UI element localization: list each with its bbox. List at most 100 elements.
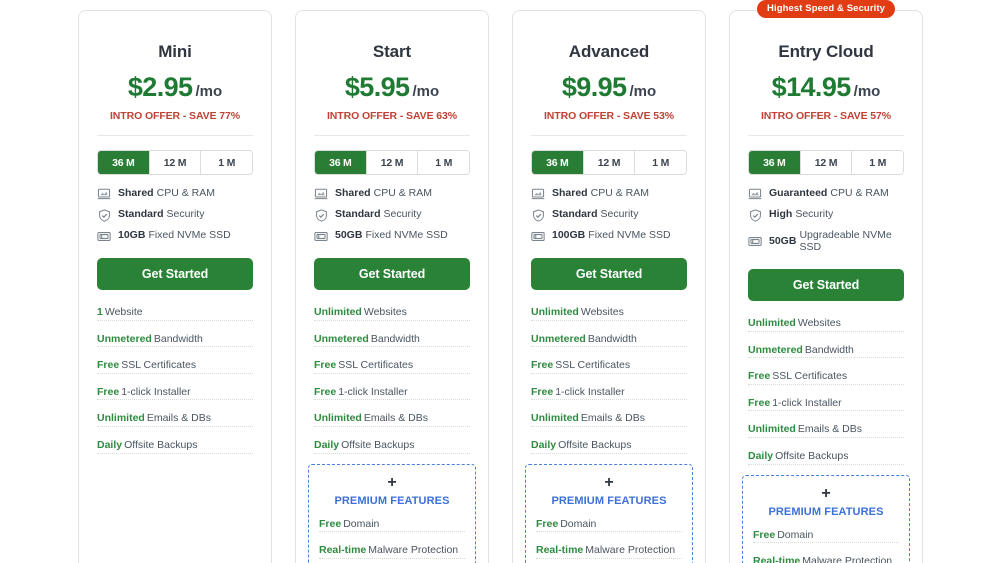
term-option-12m[interactable]: 12 M	[583, 151, 636, 174]
pricing-table: Mini $2.95/mo INTRO OFFER - SAVE 77% 36 M 12…	[0, 0, 1000, 563]
divider	[97, 135, 253, 136]
plus-icon: +	[387, 473, 397, 491]
premium-feature-item-highlight: Free	[536, 517, 559, 530]
spec-value: 10GB	[118, 229, 146, 242]
cpu-icon	[314, 188, 328, 200]
price-period: /mo	[853, 83, 881, 100]
spec-value: Standard	[118, 208, 164, 221]
intro-offer-text: INTRO OFFER - SAVE 63%	[326, 110, 458, 122]
feature-item-text: Emails & DBs	[580, 412, 646, 425]
plan-name: Advanced	[568, 42, 650, 61]
premium-features-title: PREMIUM FEATURES	[551, 494, 667, 507]
term-option-36m[interactable]: 36 M	[315, 151, 367, 174]
term-option-12m[interactable]: 12 M	[149, 151, 202, 174]
price-amount: $9.95	[561, 72, 627, 102]
cpu-icon	[748, 188, 762, 200]
feature-item-highlight: Unlimited	[314, 306, 362, 318]
feature-item: Unmetered Bandwidth	[748, 344, 904, 359]
feature-item-highlight: Free	[314, 385, 337, 398]
price-amount: $14.95	[771, 72, 852, 102]
feature-item-highlight: Free	[531, 385, 554, 398]
feature-item-highlight: Daily	[531, 438, 557, 451]
premium-features-box: + PREMIUM FEATURES Free Domain Real-time Malw…	[525, 463, 693, 563]
spec-row: Shared CPU & RAM	[314, 188, 470, 200]
term-option-1m[interactable]: 1 M	[418, 151, 469, 174]
spec-label: Security	[383, 208, 422, 221]
feature-item-highlight: Free	[97, 385, 120, 398]
feature-item: 1 Website	[97, 306, 253, 321]
premium-feature-item: Free Domain	[536, 518, 682, 533]
spec-label: Fixed NVMe SSD	[148, 229, 231, 242]
cpu-icon	[531, 188, 545, 200]
term-option-1m[interactable]: 1 M	[852, 151, 903, 174]
spec-row: 50GB Fixed NVMe SSD	[314, 230, 470, 242]
spec-row: Standard Security	[531, 208, 687, 222]
feature-item-text: 1-click Installer	[555, 385, 625, 398]
feature-item-highlight: Free	[97, 359, 120, 372]
feature-item: Free SSL Certificates	[531, 359, 687, 374]
feature-item-text: SSL Certificates	[555, 359, 631, 372]
spec-value: High	[769, 208, 793, 221]
premium-feature-item-highlight: Free	[753, 528, 776, 541]
spec-value: Shared	[118, 187, 154, 200]
price-row: $2.95/mo	[97, 72, 253, 103]
feature-item: Free SSL Certificates	[97, 359, 253, 374]
term-option-1m[interactable]: 1 M	[201, 151, 252, 174]
get-started-button[interactable]: Get Started	[97, 258, 253, 290]
term-option-36m[interactable]: 36 M	[749, 151, 801, 174]
premium-feature-item: Real-time Malware Protection	[753, 555, 899, 563]
spec-row: High Security	[748, 208, 904, 222]
term-option-36m[interactable]: 36 M	[98, 151, 150, 174]
premium-feature-item-highlight: Real-time	[319, 544, 367, 557]
spec-row: Standard Security	[314, 208, 470, 222]
divider	[531, 135, 687, 136]
term-option-36m[interactable]: 36 M	[532, 151, 584, 174]
price-amount: $5.95	[344, 72, 410, 102]
feature-item-highlight: Free	[531, 359, 554, 372]
term-option-12m[interactable]: 12 M	[366, 151, 419, 174]
feature-item: Unlimited Emails & DBs	[748, 423, 904, 439]
spec-value: 50GB	[335, 229, 363, 242]
pricing-card: Advanced $9.95/mo INTRO OFFER - SAVE 53% 36…	[512, 10, 706, 563]
spec-value: Guaranteed	[769, 187, 828, 200]
premium-feature-item-highlight: Real-time	[536, 544, 584, 557]
get-started-button[interactable]: Get Started	[531, 258, 687, 290]
feature-item-text: Bandwidth	[587, 332, 637, 345]
spec-list: Shared CPU & RAM Standard Security 50GB Fixed…	[314, 188, 470, 242]
get-started-button[interactable]: Get Started	[748, 269, 904, 302]
feature-item-highlight: Free	[314, 359, 337, 372]
feature-item: Free SSL Certificates	[314, 359, 470, 374]
term-toggle: 36 M 12 M1 M	[748, 150, 904, 175]
drive-icon	[531, 230, 545, 242]
spec-list: Guaranteed CPU & RAM High Security 50GB Upgra…	[748, 188, 904, 253]
spec-label: Security	[600, 208, 639, 221]
feature-item: Unlimited Websites	[531, 306, 687, 321]
feature-item-text: Offsite Backups	[341, 438, 415, 451]
premium-feature-item-highlight: Real-time	[753, 555, 801, 563]
term-option-12m[interactable]: 12 M	[800, 151, 853, 174]
spec-row: 100GB Fixed NVMe SSD	[531, 230, 687, 242]
feature-list: Unlimited Websites Unmetered Bandwidth Free S…	[748, 317, 904, 465]
feature-item: Unlimited Emails & DBs	[314, 412, 470, 427]
feature-item: Unmetered Bandwidth	[531, 333, 687, 348]
get-started-button[interactable]: Get Started	[314, 258, 470, 290]
spec-label: Fixed NVMe SSD	[588, 229, 671, 242]
feature-item-text: Offsite Backups	[124, 438, 198, 451]
feature-item: Daily Offsite Backups	[314, 439, 470, 454]
spec-list: Shared CPU & RAM Standard Security 100GB Fixe…	[531, 188, 687, 242]
spec-row: Guaranteed CPU & RAM	[748, 188, 904, 200]
spec-label: CPU & RAM	[590, 187, 649, 200]
spec-value: 100GB	[552, 229, 586, 242]
plus-icon: +	[821, 484, 831, 502]
shield-check-icon	[748, 208, 762, 222]
term-option-1m[interactable]: 1 M	[635, 151, 686, 174]
spec-row: Shared CPU & RAM	[97, 188, 253, 200]
feature-item-highlight: Unmetered	[314, 332, 369, 345]
premium-features-title: PREMIUM FEATURES	[768, 505, 884, 518]
spec-row: Standard Security	[97, 208, 253, 222]
feature-item: Free 1-click Installer	[97, 386, 253, 401]
plan-name: Entry Cloud	[778, 42, 874, 61]
feature-item: Daily Offsite Backups	[531, 439, 687, 454]
feature-item-highlight: Unlimited	[748, 423, 796, 436]
feature-item: Unlimited Websites	[314, 306, 470, 321]
